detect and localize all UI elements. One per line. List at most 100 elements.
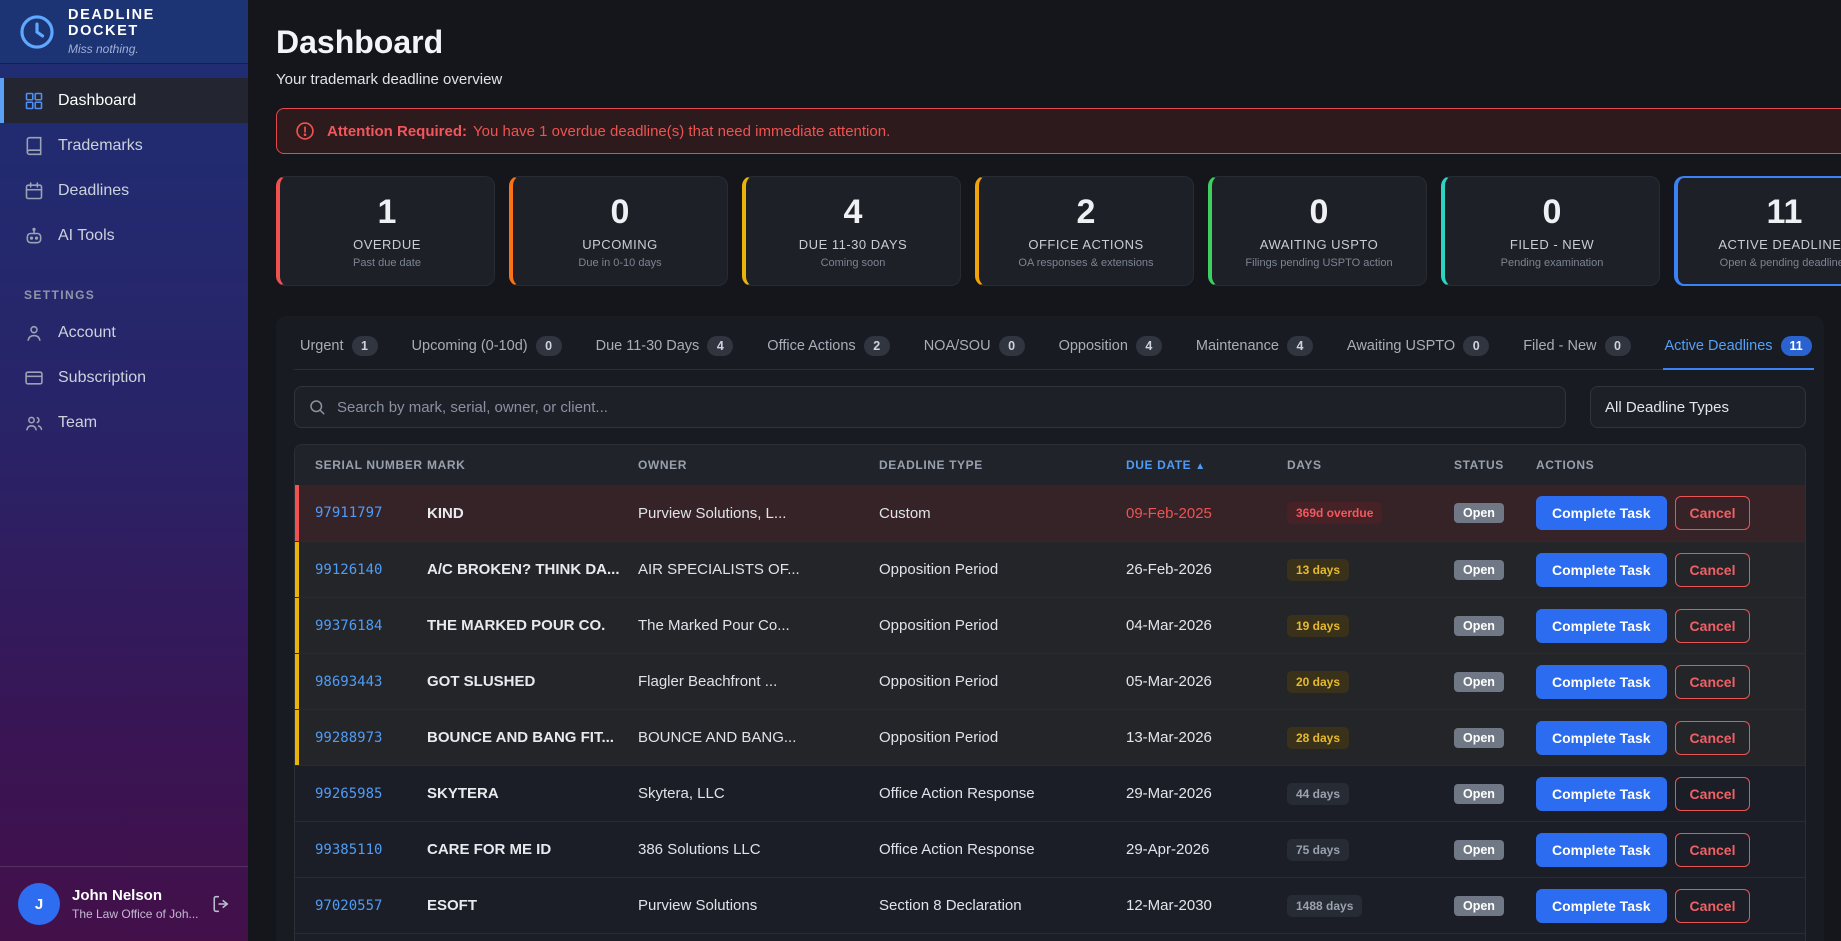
tab-office-actions[interactable]: Office Actions2: [765, 328, 891, 370]
search-filter-row: All Deadline Types: [294, 386, 1806, 428]
complete-task-button[interactable]: Complete Task: [1536, 721, 1667, 755]
serial-link[interactable]: 99376184: [315, 618, 427, 634]
serial-link[interactable]: 99288973: [315, 730, 427, 746]
tab-filed-new[interactable]: Filed - New0: [1521, 328, 1632, 370]
days-badge: 44 days: [1287, 783, 1349, 805]
table-row: 99265985 SKYTERA Skytera, LLC Office Act…: [295, 765, 1805, 821]
owner-cell: Purview Solutions: [638, 897, 879, 914]
stat-card-upcoming[interactable]: 0 UPCOMING Due in 0-10 days: [509, 176, 728, 286]
tab-count-badge: 4: [707, 336, 733, 356]
stat-value: 0: [611, 194, 630, 230]
cancel-button[interactable]: Cancel: [1675, 553, 1751, 587]
owner-cell: Purview Solutions, L...: [638, 505, 879, 522]
stat-sublabel: OA responses & extensions: [1018, 257, 1153, 269]
days-badge: 28 days: [1287, 727, 1349, 749]
mark-cell: GOT SLUSHED: [427, 673, 638, 690]
tab-noa-sou[interactable]: NOA/SOU0: [922, 328, 1027, 370]
cancel-button[interactable]: Cancel: [1675, 721, 1751, 755]
deadline-type-cell: Opposition Period: [879, 673, 1126, 690]
tab-upcoming[interactable]: Upcoming (0-10d)0: [410, 328, 564, 370]
tab-active-deadlines[interactable]: Active Deadlines11: [1663, 328, 1814, 370]
page-title: Dashboard: [276, 22, 1841, 62]
table-header: SERIAL NUMBER MARK OWNER DEADLINE TYPE D…: [295, 445, 1805, 485]
tab-urgent[interactable]: Urgent1: [298, 328, 380, 370]
deadline-type-cell: Office Action Response: [879, 841, 1126, 858]
sidebar-item-dashboard[interactable]: Dashboard: [0, 78, 248, 123]
column-days[interactable]: DAYS: [1287, 458, 1454, 472]
tab-opposition[interactable]: Opposition4: [1057, 328, 1164, 370]
sidebar-nav: Dashboard Trademarks Deadlines AI Tools …: [0, 78, 248, 445]
days-badge: 20 days: [1287, 671, 1349, 693]
deadline-type-cell: Section 8 Declaration: [879, 897, 1126, 914]
stat-label: ACTIVE DEADLINES: [1718, 237, 1841, 252]
cancel-button[interactable]: Cancel: [1675, 889, 1751, 923]
table-row: 99385110 CARE FOR ME ID 386 Solutions LL…: [295, 821, 1805, 877]
avatar: J: [18, 883, 60, 925]
serial-link[interactable]: 99385110: [315, 842, 427, 858]
user-profile: J John Nelson The Law Office of Joh...: [0, 866, 248, 941]
due-date-cell: 29-Mar-2026: [1126, 785, 1287, 802]
brand-tagline: Miss nothing.: [68, 42, 230, 56]
serial-link[interactable]: 99265985: [315, 786, 427, 802]
tab-maintenance[interactable]: Maintenance4: [1194, 328, 1315, 370]
tab-count-badge: 0: [999, 336, 1025, 356]
column-status[interactable]: STATUS: [1454, 458, 1536, 472]
owner-cell: The Marked Pour Co...: [638, 617, 879, 634]
stat-card-office-actions[interactable]: 2 OFFICE ACTIONS OA responses & extensio…: [975, 176, 1194, 286]
owner-cell: Flagler Beachfront ...: [638, 673, 879, 690]
stat-sublabel: Coming soon: [821, 257, 886, 269]
sidebar-item-ai-tools[interactable]: AI Tools: [0, 213, 248, 258]
table-row: 97911797 KIND Purview Solutions, L... Cu…: [295, 485, 1805, 541]
days-badge: 1488 days: [1287, 895, 1362, 917]
serial-link[interactable]: 99126140: [315, 562, 427, 578]
column-serial-number[interactable]: SERIAL NUMBER: [315, 458, 427, 472]
sidebar-item-deadlines[interactable]: Deadlines: [0, 168, 248, 213]
stat-card-due-11-30[interactable]: 4 DUE 11-30 DAYS Coming soon: [742, 176, 961, 286]
complete-task-button[interactable]: Complete Task: [1536, 833, 1667, 867]
column-due-date[interactable]: DUE DATE▲: [1126, 458, 1287, 472]
deadline-type-select[interactable]: All Deadline Types: [1590, 386, 1806, 428]
column-owner[interactable]: OWNER: [638, 458, 879, 472]
sidebar-item-subscription[interactable]: Subscription: [0, 355, 248, 400]
tab-awaiting-uspto[interactable]: Awaiting USPTO0: [1345, 328, 1491, 370]
stat-value: 11: [1767, 194, 1803, 230]
complete-task-button[interactable]: Complete Task: [1536, 496, 1667, 530]
serial-link[interactable]: 98693443: [315, 674, 427, 690]
table-row-partial: [295, 933, 1805, 941]
status-badge: Open: [1454, 503, 1504, 523]
complete-task-button[interactable]: Complete Task: [1536, 553, 1667, 587]
tab-label: Upcoming (0-10d): [412, 338, 528, 354]
tab-label: Awaiting USPTO: [1347, 338, 1455, 354]
stat-card-awaiting-uspto[interactable]: 0 AWAITING USPTO Filings pending USPTO a…: [1208, 176, 1427, 286]
cancel-button[interactable]: Cancel: [1675, 665, 1751, 699]
complete-task-button[interactable]: Complete Task: [1536, 777, 1667, 811]
column-deadline-type[interactable]: DEADLINE TYPE: [879, 458, 1126, 472]
sidebar-item-account[interactable]: Account: [0, 310, 248, 355]
complete-task-button[interactable]: Complete Task: [1536, 665, 1667, 699]
stat-sublabel: Due in 0-10 days: [578, 257, 661, 269]
sort-asc-icon: ▲: [1195, 461, 1206, 472]
mark-cell: KIND: [427, 505, 638, 522]
cancel-button[interactable]: Cancel: [1675, 609, 1751, 643]
cancel-button[interactable]: Cancel: [1675, 496, 1751, 530]
tab-count-badge: 2: [864, 336, 890, 356]
serial-link[interactable]: 97911797: [315, 505, 427, 521]
stat-card-overdue[interactable]: 1 OVERDUE Past due date: [276, 176, 495, 286]
stat-card-active-deadlines[interactable]: 11 ACTIVE DEADLINES Open & pending deadl…: [1674, 176, 1841, 286]
deadline-type-cell: Opposition Period: [879, 617, 1126, 634]
stat-value: 2: [1077, 194, 1096, 230]
cancel-button[interactable]: Cancel: [1675, 777, 1751, 811]
column-mark[interactable]: MARK: [427, 458, 638, 472]
serial-link[interactable]: 97020557: [315, 898, 427, 914]
mark-cell: BOUNCE AND BANG FIT...: [427, 729, 638, 746]
stat-card-filed-new[interactable]: 0 FILED - NEW Pending examination: [1441, 176, 1660, 286]
sidebar-item-label: Subscription: [58, 369, 146, 387]
logout-icon[interactable]: [211, 894, 230, 914]
sidebar-item-team[interactable]: Team: [0, 400, 248, 445]
sidebar-item-trademarks[interactable]: Trademarks: [0, 123, 248, 168]
complete-task-button[interactable]: Complete Task: [1536, 609, 1667, 643]
cancel-button[interactable]: Cancel: [1675, 833, 1751, 867]
complete-task-button[interactable]: Complete Task: [1536, 889, 1667, 923]
tab-due-11-30[interactable]: Due 11-30 Days4: [594, 328, 736, 370]
search-input[interactable]: [294, 386, 1566, 428]
